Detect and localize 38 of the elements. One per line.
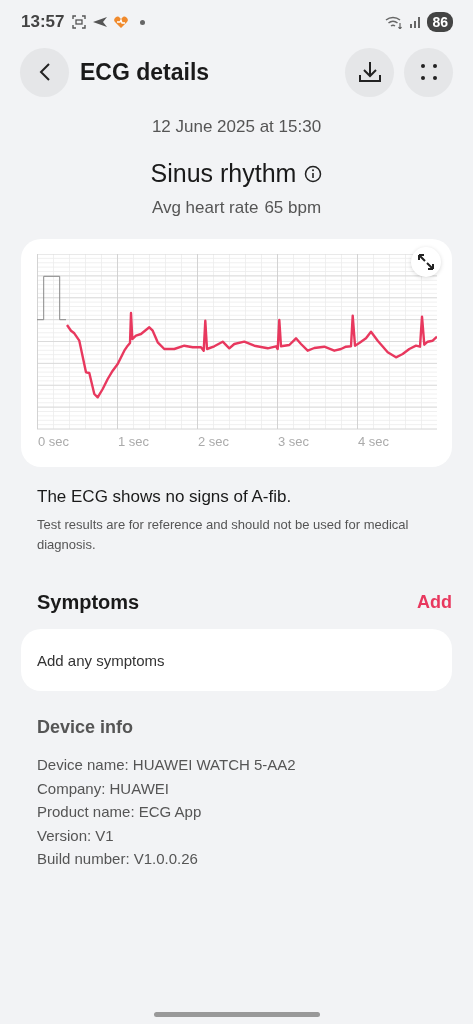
expand-icon [417,253,435,271]
axis-label: 4 sec [357,434,391,449]
more-icon [418,62,439,82]
symptoms-entry[interactable]: Add any symptoms [21,629,452,691]
download-icon [357,60,382,84]
add-link[interactable]: Add [417,592,452,613]
notification-dot [140,19,146,25]
section-title: Symptoms [37,591,140,614]
section-title: Device info [37,717,135,738]
record-date: 12 June 2025 at 15:30 [150,117,323,137]
device-info-line: Company: HUAWEI [37,778,170,799]
rhythm-result: Sinus rhythm [150,159,297,188]
download-button[interactable] [345,47,394,97]
wifi-icon [385,15,404,29]
send-icon [92,16,109,28]
axis-label: 3 sec [277,434,311,449]
calibration-pulse [37,275,67,321]
status-time: 13:57 [21,12,65,32]
axis-label: 0 sec [37,434,71,449]
axis-label: 2 sec [197,434,231,449]
page-title: ECG details [80,58,210,86]
health-app-icon [114,15,129,29]
info-icon[interactable] [304,164,323,183]
disclaimer-text: Test results are for reference and should not be used for medical diagnosis. [37,516,410,554]
battery-level: 86 [427,12,453,32]
back-icon [38,62,51,82]
device-info-line: Build number: V1.0.0.26 [37,849,199,869]
device-info-line: Version: V1 [37,825,115,846]
result-summary: The ECG shows no signs of A-fib. [37,487,293,507]
avg-heart-rate-label: Avg heart rate [151,198,259,218]
axis-label: 1 sec [117,434,151,449]
avg-heart-rate-value: 65 bpm [264,198,322,218]
back-button[interactable] [20,47,69,97]
device-info-line: Device name: HUAWEI WATCH 5-AA2 [37,755,297,775]
screenshot-icon [72,15,87,29]
expand-button[interactable] [411,247,441,277]
device-info-line: Product name: ECG App [37,802,203,822]
signal-icon [409,16,422,28]
